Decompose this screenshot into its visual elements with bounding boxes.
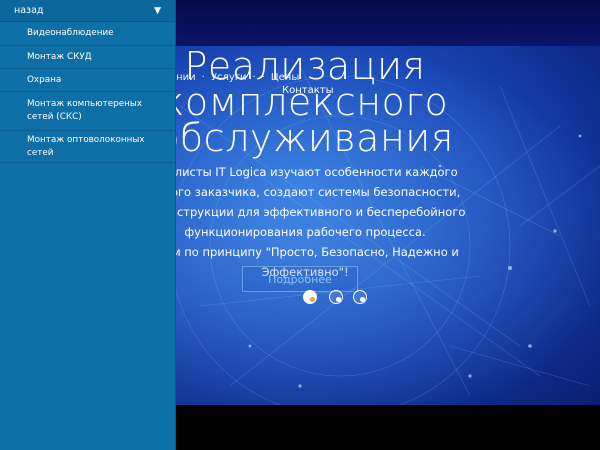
slider-dots [303,290,373,310]
dot-accent-icon [336,297,341,302]
nav-separator: · [261,72,265,83]
nav-links: ании · Услуги · · Цены [170,72,299,92]
slider-dot-3[interactable] [353,290,367,304]
sidebar-item-security[interactable]: Охрана [0,69,175,92]
sidebar-item-video[interactable]: Видеонаблюдение [0,22,175,46]
slider-dot-1[interactable] [303,290,317,304]
sidebar-item-label: Охрана [27,74,62,85]
nav-separator: · [252,72,256,83]
sidebar-item-label: Монтаж компьютереных сетей (СКС) [27,99,143,122]
sidebar-item-label: Монтаж СКУД [27,51,92,62]
nav-link-services[interactable]: Услуги [211,72,247,92]
sidebar-item-networks[interactable]: Монтаж компьютереных сетей (СКС) [0,92,175,131]
sidebar-back-label: назад [14,5,44,16]
sidebar-back[interactable]: назад ▼ [0,0,175,22]
page: Реализация комплексного обслуживания ани… [0,0,600,450]
chevron-down-icon[interactable]: ▼ [154,6,161,16]
sidebar-item-skud[interactable]: Монтаж СКУД [0,46,175,69]
more-button[interactable]: Подробнее [242,266,358,292]
sidebar-item-label: Видеонаблюдение [27,28,114,38]
slider-dot-2[interactable] [329,290,343,304]
hero-title: Реализация комплексного обслуживания [140,47,470,160]
nav-link-contacts[interactable]: Контакты [282,85,333,96]
dot-accent-icon [360,297,365,302]
hero-title-line-3: обслуживания [156,116,454,160]
sidebar-item-label: Монтаж оптоволоконных сетей [27,134,145,158]
sidebar-menu: назад ▼ Видеонаблюдение Монтаж СКУД Охра… [0,0,176,450]
dot-accent-icon [310,297,315,302]
sidebar-item-fiber[interactable]: Монтаж оптоволоконных сетей [0,131,175,163]
nav-separator: · [201,72,205,83]
